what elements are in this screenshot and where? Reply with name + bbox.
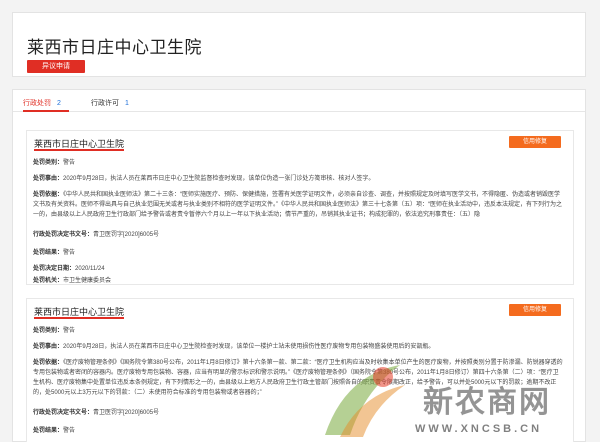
field-value: 2020年9月28日，执法人员在莱西市日庄中心卫生院监督检查时发现，该单位伪造一…	[63, 176, 375, 182]
tab-label: 行政处罚	[23, 100, 51, 107]
record-field-basis: 处罚依据：《医疗废物管理条例》《国务院令第380号公布，2011年1月8日修订》…	[33, 358, 563, 398]
tab-administrative-license[interactable]: 行政许可 1	[91, 98, 129, 108]
page-title: 莱西市日庄中心卫生院	[27, 38, 202, 57]
field-value: 青卫医罚字[2020]6005号	[93, 410, 160, 416]
field-label: 处罚机关：	[33, 278, 64, 284]
record-field-result: 处罚结果：警告	[33, 426, 563, 436]
record-field-decision-number: 行政处罚决定书文号：青卫医罚字[2020]6005号	[33, 230, 563, 240]
field-value: 警告	[63, 328, 76, 334]
active-tab-indicator	[23, 110, 69, 112]
field-label: 行政处罚决定书文号：	[33, 232, 94, 238]
record-title-underline	[34, 149, 124, 151]
field-value: 2020年9月28日，执法人员在莱西市日庄中心卫生院检查时发现，该单位一楼护士站…	[63, 344, 435, 350]
field-value: 警告	[63, 250, 76, 256]
field-label: 行政处罚决定书文号：	[33, 410, 94, 416]
record-field-decision-date: 处罚决定日期：2020/11/24	[33, 264, 563, 274]
field-label: 处罚决定日期：	[33, 266, 76, 272]
tab-bar: 行政处罚 2 行政许可 1	[13, 90, 585, 112]
record-field-category: 处罚类别：警告	[33, 326, 563, 336]
field-label: 处罚事由：	[33, 176, 64, 182]
field-label: 处罚类别：	[33, 160, 64, 166]
penalty-record-card: 莱西市日庄中心卫生院 信用修复 处罚类别：警告 处罚事由：2020年9月28日，…	[26, 130, 574, 285]
record-field-reason: 处罚事由：2020年9月28日，执法人员在莱西市日庄中心卫生院检查时发现，该单位…	[33, 342, 563, 352]
field-value: 警告	[63, 428, 76, 434]
field-value: 2020/11/24	[75, 266, 105, 272]
record-field-basis: 处罚依据：《中华人民共和国执业医师法》第二十三条：“医师实施医疗、预防、保健措施…	[33, 190, 563, 220]
field-label: 处罚结果：	[33, 250, 64, 256]
field-value: 市卫生健康委员会	[63, 278, 112, 284]
tab-label: 行政许可	[91, 100, 119, 107]
field-value: 警告	[63, 160, 76, 166]
record-field-category: 处罚类别：警告	[33, 158, 563, 168]
tab-count: 2	[57, 100, 61, 107]
record-field-reason: 处罚事由：2020年9月28日，执法人员在莱西市日庄中心卫生院监督检查时发现，该…	[33, 174, 563, 184]
field-label: 处罚依据：	[33, 192, 64, 198]
credit-repair-button[interactable]: 信用修复	[509, 136, 561, 148]
credit-repair-button[interactable]: 信用修复	[509, 304, 561, 316]
tab-count: 1	[125, 100, 129, 107]
field-label: 处罚依据：	[33, 360, 64, 366]
field-label: 处罚事由：	[33, 344, 64, 350]
field-value: 《中华人民共和国执业医师法》第二十三条：“医师实施医疗、预防、保健措施，签署有关…	[33, 192, 563, 218]
record-title-underline	[34, 317, 124, 319]
field-value: 青卫医罚字[2020]6005号	[93, 232, 160, 238]
tab-administrative-penalty[interactable]: 行政处罚 2	[23, 98, 61, 108]
record-field-result: 处罚结果：警告	[33, 248, 563, 258]
field-value: 《医疗废物管理条例》《国务院令第380号公布，2011年1月8日修订》第十六条第…	[33, 360, 563, 396]
objection-button[interactable]: 异议申请	[27, 60, 85, 73]
company-header-card: 莱西市日庄中心卫生院 异议申请	[12, 12, 586, 77]
field-label: 处罚类别：	[33, 328, 64, 334]
field-label: 处罚结果：	[33, 428, 64, 434]
record-field-decision-number: 行政处罚决定书文号：青卫医罚字[2020]6005号	[33, 408, 563, 418]
record-field-authority: 处罚机关：市卫生健康委员会	[33, 276, 563, 286]
penalty-record-card: 莱西市日庄中心卫生院 信用修复 处罚类别：警告 处罚事由：2020年9月28日，…	[26, 298, 574, 442]
